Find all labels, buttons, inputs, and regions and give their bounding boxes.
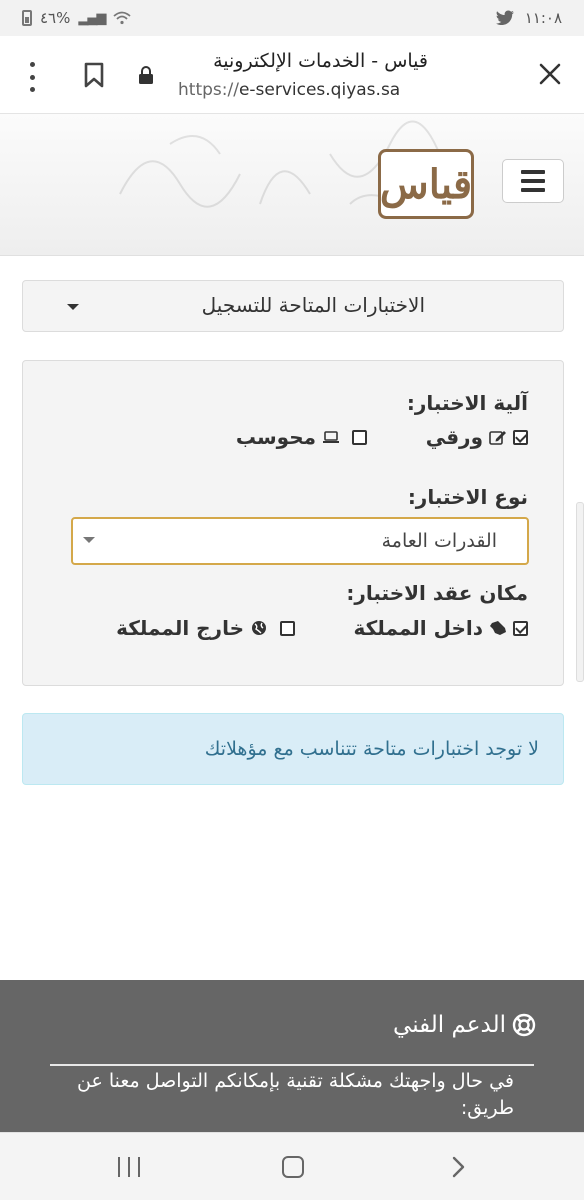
footer-divider xyxy=(50,1064,534,1066)
support-title: الدعم الفني xyxy=(393,1012,506,1038)
option-label: خارج المملكة xyxy=(116,616,244,640)
exam-filter-panel: آلية الاختبار: ورقي محوسب نوع الاختبار: … xyxy=(22,360,564,686)
battery-icon xyxy=(22,10,32,26)
option-label: محوسب xyxy=(235,425,316,449)
support-text: في حال واجهتك مشكلة تقنية بإمكانكم التوا… xyxy=(77,1070,514,1119)
site-header: قياس xyxy=(0,114,584,256)
url-host: e-services.qiyas.sa xyxy=(238,80,401,100)
no-exams-alert: لا توجد اختبارات متاحة تتناسب مع مؤهلاتك xyxy=(22,713,564,785)
page-url[interactable]: https://e-services.qiyas.sa xyxy=(178,80,400,100)
location-option-inside[interactable]: داخل المملكة xyxy=(354,616,528,640)
checkbox-unchecked[interactable] xyxy=(280,620,295,636)
battery-percent: ٤٦% xyxy=(40,9,71,27)
saudi-map-icon xyxy=(490,621,506,635)
logo-text: قياس xyxy=(379,160,473,208)
exam-type-label: نوع الاختبار: xyxy=(407,485,528,509)
status-bar: ٤٦% ▂▄▆ ١١:٠٨ xyxy=(0,0,584,36)
hamburger-line xyxy=(521,170,545,174)
alert-text: لا توجد اختبارات متاحة تتناسب مع مؤهلاتك xyxy=(204,738,539,760)
laptop-icon xyxy=(323,431,339,443)
wifi-icon xyxy=(113,11,131,25)
status-left: ٤٦% ▂▄▆ xyxy=(22,9,131,27)
exam-type-select[interactable]: القدرات العامة xyxy=(71,517,529,565)
signal-icon: ▂▄▆ xyxy=(78,10,106,26)
url-scheme: https:// xyxy=(178,80,239,100)
checkbox-unchecked[interactable] xyxy=(352,429,367,445)
more-options-icon[interactable] xyxy=(20,62,44,92)
mechanism-label: آلية الاختبار: xyxy=(406,391,528,415)
recent-apps-icon[interactable] xyxy=(118,1157,140,1177)
exam-location-label: مكان عقد الاختبار: xyxy=(346,581,528,605)
twitter-icon xyxy=(495,10,514,26)
browser-bar: قياس - الخدمات الإلكترونية https://e-ser… xyxy=(0,36,584,114)
page-scrollbar[interactable] xyxy=(576,502,584,682)
available-exams-dropdown[interactable]: الاختبارات المتاحة للتسجيل xyxy=(22,280,564,332)
status-right: ١١:٠٨ xyxy=(495,9,562,27)
system-nav-bar xyxy=(0,1132,584,1200)
location-option-outside[interactable]: خارج المملكة xyxy=(116,616,295,640)
caret-down-icon xyxy=(67,304,79,310)
lifebuoy-icon xyxy=(512,1013,536,1037)
checkbox-checked[interactable] xyxy=(513,429,528,445)
checkbox-checked[interactable] xyxy=(513,620,528,636)
back-icon[interactable] xyxy=(448,1155,468,1179)
qiyas-logo[interactable]: قياس xyxy=(378,149,474,219)
caret-down-icon xyxy=(83,537,95,543)
menu-toggle-button[interactable] xyxy=(502,159,564,203)
bookmark-icon[interactable] xyxy=(84,62,104,88)
page-title: قياس - الخدمات الإلكترونية xyxy=(213,50,428,72)
globe-icon xyxy=(252,621,266,635)
mechanism-option-paper[interactable]: ورقي xyxy=(426,425,528,449)
selected-exam-type: القدرات العامة xyxy=(381,530,497,552)
option-label: داخل المملكة xyxy=(353,616,483,640)
clock: ١١:٠٨ xyxy=(524,9,562,27)
close-icon[interactable] xyxy=(538,62,562,86)
pencil-square-icon xyxy=(489,431,506,445)
hamburger-line xyxy=(521,188,545,192)
support-heading: الدعم الفني xyxy=(393,1012,536,1038)
option-label: ورقي xyxy=(425,425,483,449)
mechanism-option-computer[interactable]: محوسب xyxy=(236,425,367,449)
dropdown-label: الاختبارات المتاحة للتسجيل xyxy=(201,293,425,317)
hamburger-line xyxy=(521,179,545,183)
lock-icon xyxy=(139,66,153,84)
home-icon[interactable] xyxy=(282,1156,304,1178)
